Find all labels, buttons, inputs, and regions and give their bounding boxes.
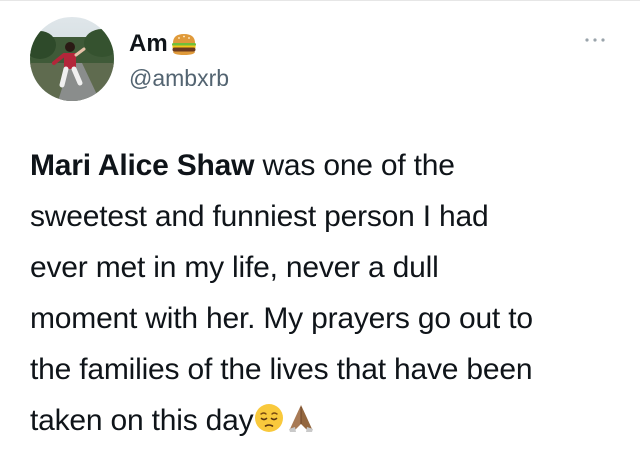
tweet-line: Mari Alice Shaw was one of the xyxy=(30,140,620,191)
mentioned-name[interactable]: Mari Alice Shaw xyxy=(30,149,255,182)
tweet-line: moment with her. My prayers go out to xyxy=(30,302,533,335)
tweet-text-segment: was one of the xyxy=(254,149,455,182)
tweet-line: ever met in my life, never a dull xyxy=(30,251,439,284)
author-name-row[interactable]: Am xyxy=(129,30,198,58)
display-name[interactable]: Am xyxy=(129,30,168,58)
tweet-line: the families of the lives that have been xyxy=(30,353,533,386)
tweet-text-segment: taken on this day xyxy=(30,404,254,437)
folded-hands-emoji-icon xyxy=(285,402,317,434)
avatar[interactable] xyxy=(30,17,114,101)
more-options-icon[interactable] xyxy=(580,30,610,50)
user-handle[interactable]: @ambxrb xyxy=(129,64,229,92)
tweet-text: Mari Alice Shaw was one of the sweetest … xyxy=(30,140,620,446)
tweet-line: taken on this day xyxy=(30,395,620,446)
avatar-photo xyxy=(30,17,114,101)
tweet-line: sweetest and funniest person I had xyxy=(30,200,489,233)
hamburger-emoji-icon xyxy=(170,30,198,58)
top-divider xyxy=(0,0,640,1)
pensive-face-emoji-icon xyxy=(253,402,285,434)
